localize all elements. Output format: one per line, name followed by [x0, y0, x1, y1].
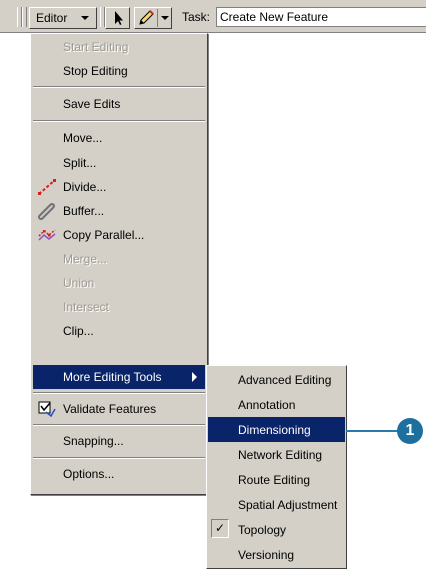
menu-separator	[33, 120, 205, 122]
menu-item-clip[interactable]: Clip...	[31, 319, 207, 343]
menu-item-label: More Editing Tools	[63, 370, 162, 384]
menu-separator	[33, 86, 205, 88]
submenu-item-spatial-adjustment[interactable]: Spatial Adjustment	[208, 492, 345, 517]
menu-item-label: Split...	[63, 156, 97, 170]
editor-menu: Start Editing Stop Editing Save Edits Mo…	[30, 33, 208, 495]
menu-item-validate-features[interactable]: Validate Features	[31, 397, 207, 421]
submenu-item-topology[interactable]: ✓ Topology	[208, 517, 345, 542]
pencil-icon	[139, 10, 154, 25]
menu-item-label: Stop Editing	[63, 64, 128, 78]
edit-tool-button[interactable]	[105, 7, 130, 29]
editor-menu-label: Editor	[36, 11, 67, 25]
menu-item-snapping[interactable]: Snapping...	[31, 429, 207, 453]
menu-item-stop-editing[interactable]: Stop Editing	[31, 59, 207, 83]
submenu-item-label: Advanced Editing	[238, 373, 332, 387]
menu-item-start-editing[interactable]: Start Editing	[31, 35, 207, 59]
submenu-item-label: Annotation	[238, 398, 296, 412]
menu-item-options[interactable]: Options...	[31, 462, 207, 486]
submenu-item-label: Route Editing	[238, 473, 311, 487]
copy-parallel-icon	[38, 229, 56, 241]
menu-item-divide[interactable]: Divide...	[31, 175, 207, 199]
task-dropdown[interactable]: Create New Feature	[216, 7, 426, 27]
menu-item-buffer[interactable]: Buffer...	[31, 199, 207, 223]
menu-item-copy-parallel[interactable]: Copy Parallel...	[31, 223, 207, 247]
editor-toolbar: Editor Task: Create New Feature	[0, 0, 426, 33]
menu-item-label: Options...	[63, 467, 115, 481]
menu-separator	[33, 392, 205, 394]
menu-item-move[interactable]: Move...	[31, 126, 207, 150]
task-label: Task:	[182, 10, 211, 24]
menu-item-label: Union	[63, 276, 95, 290]
menu-separator	[33, 457, 205, 459]
toolbar-grip[interactable]	[22, 7, 27, 27]
chevron-down-icon[interactable]	[161, 16, 169, 20]
menu-item-intersect[interactable]: Intersect	[31, 295, 207, 319]
editor-label-text: Editor	[36, 11, 68, 25]
menu-item-label: Move...	[63, 131, 103, 145]
menu-item-label: Intersect	[63, 300, 110, 314]
menu-item-label: Copy Parallel...	[63, 228, 145, 242]
submenu-item-label: Dimensioning	[238, 423, 311, 437]
menu-separator	[33, 424, 205, 426]
split-divider	[157, 9, 158, 27]
buffer-icon	[38, 203, 55, 220]
submenu-item-label: Topology	[238, 523, 287, 537]
chevron-down-icon	[81, 16, 89, 20]
validate-features-icon	[38, 401, 56, 418]
submenu-item-label: Versioning	[238, 548, 295, 562]
submenu-item-dimensioning[interactable]: Dimensioning	[208, 417, 345, 442]
more-editing-tools-submenu: Advanced Editing Annotation Dimensioning…	[206, 365, 347, 569]
menu-item-label: Start Editing	[63, 40, 129, 54]
editor-menu-button[interactable]: Editor	[29, 7, 97, 29]
menu-item-label: Merge...	[63, 252, 108, 266]
menu-item-label: Validate Features	[63, 402, 157, 416]
menu-item-label: Divide...	[63, 180, 107, 194]
menu-item-more-editing-tools[interactable]: More Editing Tools	[33, 365, 205, 389]
submenu-item-annotation[interactable]: Annotation	[208, 392, 345, 417]
menu-item-union[interactable]: Union	[31, 271, 207, 295]
submenu-item-label: Network Editing	[238, 448, 323, 462]
menu-item-merge[interactable]: Merge...	[31, 247, 207, 271]
step-callout-badge: 1	[397, 418, 423, 444]
menu-item-label: Save Edits	[63, 97, 121, 111]
sketch-tool-button[interactable]	[134, 7, 172, 29]
divide-icon	[38, 179, 56, 195]
submenu-item-advanced-editing[interactable]: Advanced Editing	[208, 367, 345, 392]
submenu-item-label: Spatial Adjustment	[238, 498, 338, 512]
arrow-cursor-icon	[115, 11, 123, 25]
check-icon: ✓	[211, 519, 229, 538]
menu-item-save-edits[interactable]: Save Edits	[31, 92, 207, 116]
submenu-arrow-icon	[192, 372, 197, 382]
submenu-item-network-editing[interactable]: Network Editing	[208, 442, 345, 467]
menu-item-label: Clip...	[63, 324, 94, 338]
submenu-item-versioning[interactable]: Versioning	[208, 542, 345, 567]
menu-item-label: Snapping...	[63, 434, 124, 448]
submenu-item-route-editing[interactable]: Route Editing	[208, 467, 345, 492]
menu-item-label: Buffer...	[63, 204, 105, 218]
menu-item-split[interactable]: Split...	[31, 151, 207, 175]
